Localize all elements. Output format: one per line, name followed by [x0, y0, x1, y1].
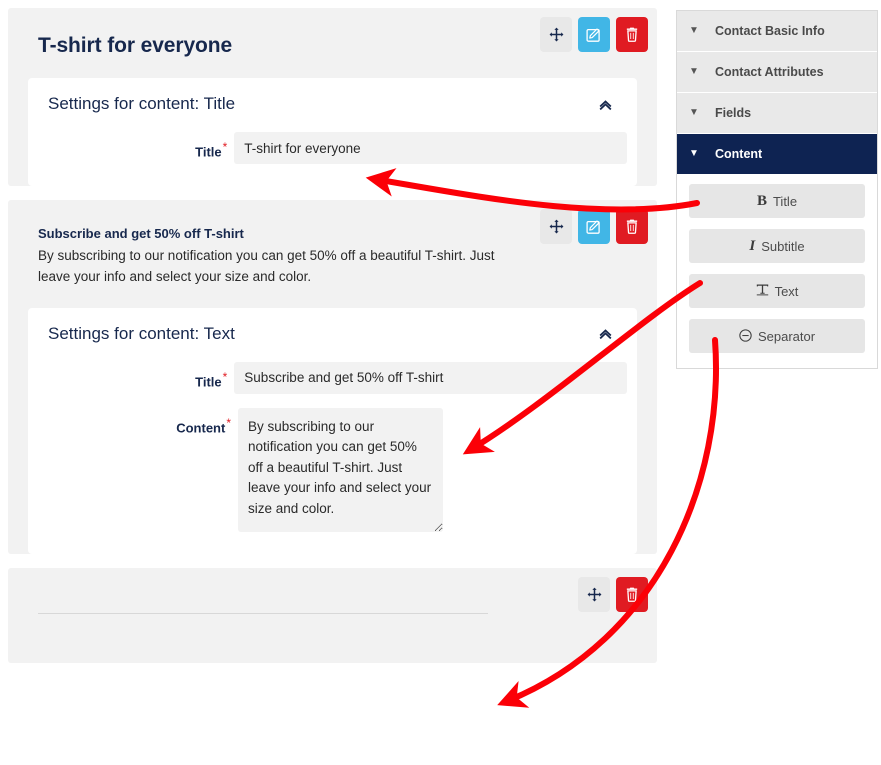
sidebar-item-label: Contact Attributes — [715, 65, 824, 79]
move-button[interactable] — [540, 209, 572, 244]
accordion-item-content: ▼ Content B Title I Subtitle Text Separa… — [677, 134, 877, 368]
add-text-block-label: Text — [774, 283, 799, 299]
sidebar-item-contact-attributes[interactable]: ▼ Contact Attributes — [677, 52, 877, 92]
form-row-title: Title* — [38, 361, 627, 394]
add-text-block-button[interactable]: Text — [689, 274, 865, 308]
delete-button[interactable] — [616, 209, 648, 244]
add-title-block-button[interactable]: B Title — [689, 184, 865, 218]
add-subtitle-block-label: Subtitle — [761, 238, 805, 254]
required-asterisk: * — [226, 415, 231, 430]
settings-panel-heading: Settings for content: Text — [48, 323, 235, 343]
content-card-title[interactable]: T-shirt for everyone Settings for conten… — [8, 8, 657, 186]
form-row-title: Title* — [38, 132, 627, 164]
add-separator-block-label: Separator — [757, 328, 816, 344]
title-input[interactable] — [234, 361, 627, 394]
sidebar-item-label: Contact Basic Info — [715, 24, 825, 38]
accordion-item-contact-attributes: ▼ Contact Attributes — [677, 52, 877, 93]
sidebar-item-content[interactable]: ▼ Content — [677, 134, 877, 174]
move-button[interactable] — [540, 17, 572, 52]
required-asterisk: * — [222, 369, 228, 384]
accordion-item-contact-basic-info: ▼ Contact Basic Info — [677, 11, 877, 52]
add-title-block-label: Title — [772, 193, 798, 209]
settings-panel-header: Settings for content: Text — [28, 308, 637, 354]
accordion-item-fields: ▼ Fields — [677, 93, 877, 134]
card-toolbar — [540, 209, 648, 244]
field-label-title: Title* — [38, 132, 234, 159]
add-separator-block-button[interactable]: Separator — [689, 319, 865, 353]
move-button[interactable] — [578, 576, 610, 612]
settings-form: Title* Content* By subscribing to our no… — [28, 354, 637, 554]
edit-button[interactable] — [578, 17, 610, 52]
field-label-text: Title — [195, 144, 222, 160]
required-asterisk: * — [222, 140, 228, 154]
separator-line — [38, 612, 488, 614]
content-builder-column: T-shirt for everyone Settings for conten… — [8, 8, 657, 677]
sidebar-item-contact-basic-info[interactable]: ▼ Contact Basic Info — [677, 11, 877, 51]
settings-panel-heading: Settings for content: Title — [48, 94, 236, 113]
settings-panel-title: Settings for content: Title Title* — [28, 78, 637, 186]
chevron-down-icon: ▼ — [689, 66, 699, 77]
sidebar-item-label: Fields — [715, 106, 752, 120]
text-width-icon — [756, 284, 769, 298]
field-label-text: Title — [195, 374, 222, 390]
angle-double-up-icon[interactable] — [594, 95, 617, 114]
preview-subtitle: Subscribe and get 50% off T-shirt — [38, 226, 244, 241]
content-card-text[interactable]: Subscribe and get 50% off T-shirt By sub… — [8, 200, 657, 554]
card-toolbar — [540, 17, 648, 52]
delete-button[interactable] — [616, 17, 648, 52]
chevron-down-icon: ▼ — [689, 148, 699, 159]
circle-minus-icon — [739, 328, 752, 344]
preview-body: By subscribing to our notification you c… — [38, 248, 495, 284]
chevron-down-icon: ▼ — [689, 107, 699, 118]
content-block-palette: B Title I Subtitle Text Separator — [677, 174, 877, 367]
content-textarea[interactable]: By subscribing to our notification you c… — [238, 407, 443, 532]
sidebar-accordion: ▼ Contact Basic Info ▼ Contact Attribute… — [676, 10, 878, 369]
sidebar-item-label: Content — [715, 147, 763, 161]
edit-button[interactable] — [578, 209, 610, 244]
content-card-separator[interactable] — [8, 567, 657, 663]
field-label-title: Title* — [38, 362, 234, 389]
sidebar-item-fields[interactable]: ▼ Fields — [677, 93, 877, 133]
bold-icon: B — [756, 192, 767, 209]
angle-double-up-icon[interactable] — [594, 324, 617, 343]
form-row-content: Content* By subscribing to our notificat… — [38, 407, 627, 532]
field-label-text: Content — [176, 420, 226, 436]
settings-form: Title* — [28, 124, 637, 186]
settings-panel-text: Settings for content: Text Title* Conten… — [28, 307, 637, 554]
chevron-down-icon: ▼ — [689, 25, 699, 36]
settings-panel-header: Settings for content: Title — [28, 78, 637, 124]
delete-button[interactable] — [616, 576, 648, 612]
card-toolbar — [578, 576, 648, 612]
italic-icon: I — [749, 237, 756, 254]
add-subtitle-block-button[interactable]: I Subtitle — [689, 229, 865, 263]
title-input[interactable] — [234, 132, 627, 164]
page-title: T-shirt for everyone — [38, 34, 233, 57]
field-label-content: Content* — [38, 408, 238, 435]
